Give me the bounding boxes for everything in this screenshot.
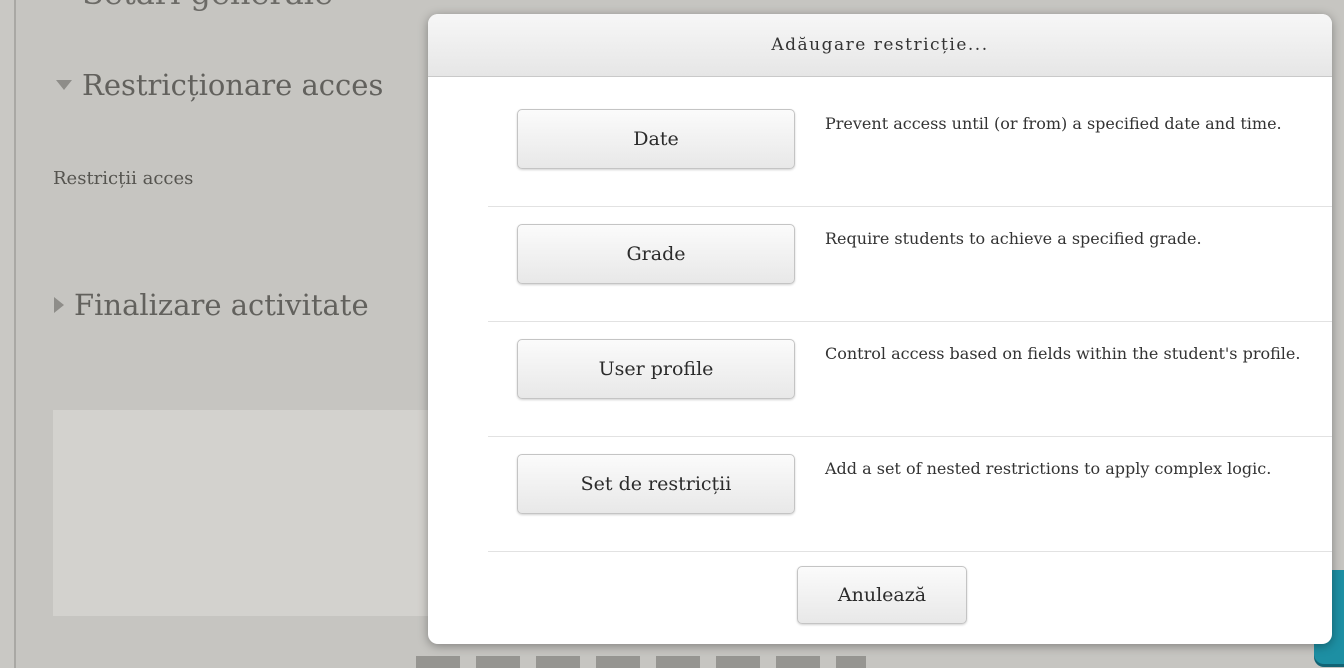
section-restrict-access[interactable]: Restricționare acces <box>56 68 383 102</box>
section-activity-completion[interactable]: Finalizare activitate <box>54 288 369 322</box>
option-row-grade: Grade Require students to achieve a spec… <box>488 207 1332 322</box>
dialog-title: Adăugare restricție... <box>428 14 1332 77</box>
cancel-button[interactable]: Anulează <box>797 566 967 624</box>
left-frame-border <box>0 0 16 668</box>
restriction-set-description: Add a set of nested restrictions to appl… <box>825 459 1272 478</box>
option-row-restriction-set: Set de restricții Add a set of nested re… <box>488 437 1332 552</box>
collapsed-triangle-icon <box>54 297 64 313</box>
date-button[interactable]: Date <box>517 109 795 169</box>
option-row-date: Date Prevent access until (or from) a sp… <box>488 92 1332 207</box>
user-profile-button[interactable]: User profile <box>517 339 795 399</box>
grade-button[interactable]: Grade <box>517 224 795 284</box>
section-label: Restricționare acces <box>82 68 384 102</box>
grade-description: Require students to achieve a specified … <box>825 229 1202 248</box>
restriction-option-list: Date Prevent access until (or from) a sp… <box>488 92 1332 552</box>
footer-cut-text <box>416 656 866 668</box>
section-label: Finalizare activitate <box>74 288 369 322</box>
section-header-cut: Setări generale <box>82 0 333 12</box>
restriction-set-button[interactable]: Set de restricții <box>517 454 795 514</box>
date-description: Prevent access until (or from) a specifi… <box>825 114 1282 133</box>
form-action-area <box>53 410 473 616</box>
user-profile-description: Control access based on fields within th… <box>825 344 1301 363</box>
add-restriction-dialog: Adăugare restricție... Date Prevent acce… <box>428 14 1332 644</box>
option-row-user-profile: User profile Control access based on fie… <box>488 322 1332 437</box>
expanded-triangle-icon <box>56 80 72 90</box>
access-restrictions-label: Restricții acces <box>53 168 194 189</box>
